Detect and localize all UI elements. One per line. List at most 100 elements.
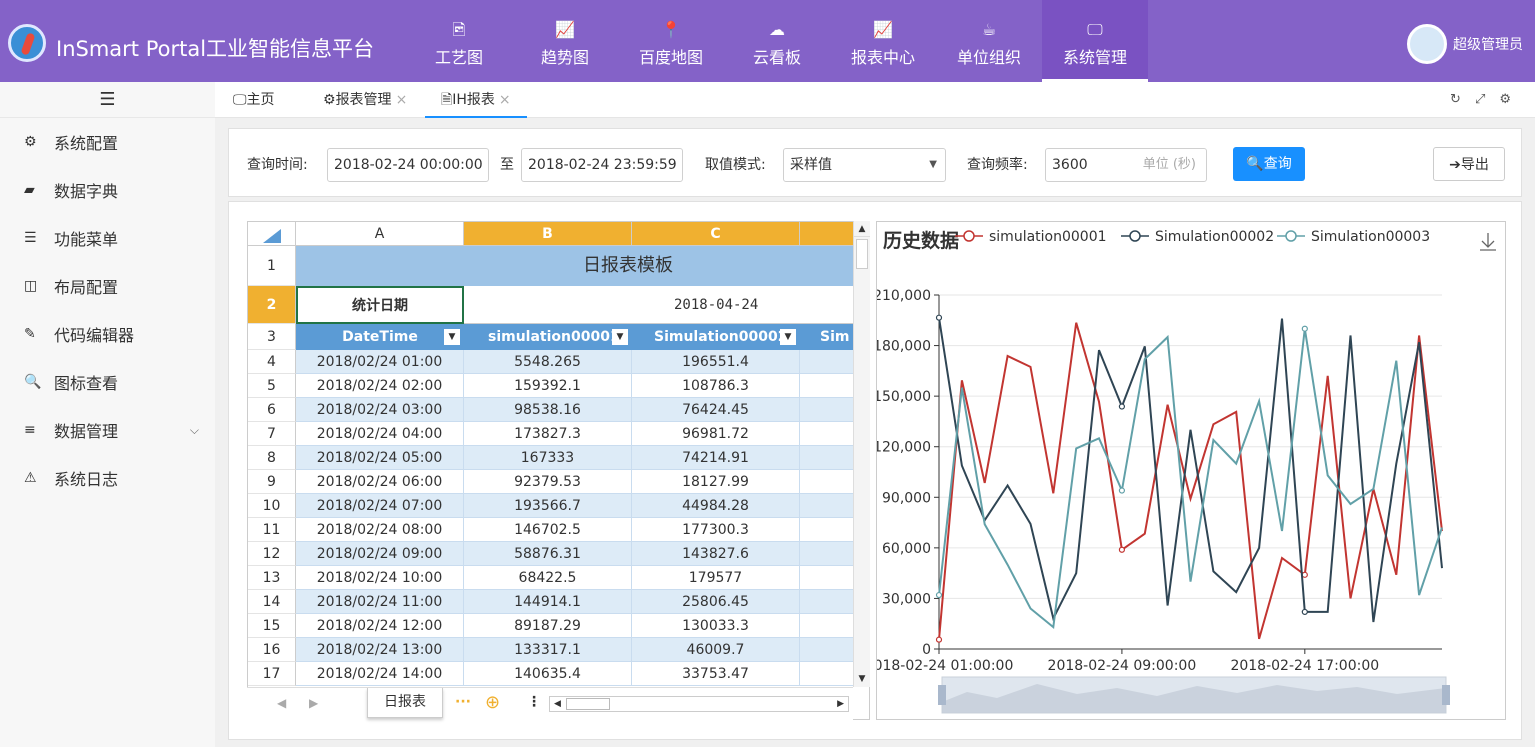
header-simulation00002[interactable]: Simulation00002 ▼ [632,324,800,350]
table-cell[interactable]: 92379.53 [464,470,632,494]
legend-label[interactable]: simulation00001 [989,229,1107,245]
table-cell[interactable]: 2018/02/24 03:00 [296,398,464,422]
table-cell[interactable]: 44984.28 [632,494,800,518]
table-cell[interactable]: 98538.16 [464,398,632,422]
horizontal-scrollbar[interactable]: ◀ ▶ [549,696,849,712]
legend-label[interactable]: Simulation00002 [1155,229,1274,245]
scroll-left-icon[interactable]: ◀ [554,697,561,711]
scroll-up-icon[interactable]: ▲ [854,221,870,237]
table-cell[interactable]: 2018/02/24 06:00 [296,470,464,494]
header-datetime[interactable]: DateTime ▼ [296,324,464,350]
end-time-input[interactable]: 2018-02-24 23:59:59 [521,148,683,182]
table-cell[interactable]: 76424.45 [632,398,800,422]
table-cell[interactable]: 33753.47 [632,662,800,686]
column-header-c[interactable]: C [632,222,800,246]
table-cell[interactable]: 2018/02/24 14:00 [296,662,464,686]
nav-report-center[interactable]: 📈 报表中心 [830,0,936,82]
table-cell[interactable]: 167333 [464,446,632,470]
next-sheet-icon[interactable]: ▶ [309,696,318,710]
table-cell[interactable]: 5548.265 [464,350,632,374]
table-cell[interactable]: 177300.3 [632,518,800,542]
sidebar-item-layout-config[interactable]: ◫ 布局配置 [0,262,215,310]
zoom-handle-left[interactable] [938,685,946,705]
table-cell[interactable]: 2018/02/24 01:00 [296,350,464,374]
sidebar-item-system-config[interactable]: ⚙ 系统配置 [0,118,215,166]
row-header[interactable]: 10 [248,494,296,518]
add-sheet-icon[interactable]: ⊕ [485,692,500,713]
filter-dropdown-icon[interactable]: ▼ [444,329,460,345]
row-header[interactable]: 2 [248,286,296,324]
table-cell[interactable]: 173827.3 [464,422,632,446]
table-cell[interactable]: 2018/02/24 07:00 [296,494,464,518]
gear-icon[interactable]: ⚙ [1499,92,1525,107]
close-icon[interactable]: × [499,92,511,108]
scroll-right-icon[interactable]: ▶ [837,697,844,711]
row-header[interactable]: 9 [248,470,296,494]
tab-report-management[interactable]: ⚙报表管理 × [323,82,407,118]
table-cell[interactable]: 2018/02/24 10:00 [296,566,464,590]
table-cell[interactable]: 193566.7 [464,494,632,518]
table-cell[interactable]: 2018/02/24 09:00 [296,542,464,566]
table-cell[interactable]: 140635.4 [464,662,632,686]
spreadsheet[interactable]: A B C 1 2 3 4 5 6 7 8 9 10 11 12 13 14 15 16 17 日报表模板 统计… [247,221,870,720]
nav-cloud-board[interactable]: ☁ 云看板 [724,0,830,82]
nav-baidu-map[interactable]: 📍 百度地图 [618,0,724,82]
row-header[interactable]: 5 [248,374,296,398]
row-header[interactable]: 17 [248,662,296,686]
table-cell[interactable]: 68422.5 [464,566,632,590]
sidebar-item-system-log[interactable]: ⚠ 系统日志 [0,454,215,502]
scroll-down-icon[interactable]: ▼ [854,671,870,687]
table-cell[interactable]: 179577 [632,566,800,590]
mode-select[interactable]: 采样值 ▼ [783,148,946,182]
table-cell[interactable]: 196551.4 [632,350,800,374]
row-header[interactable]: 8 [248,446,296,470]
split-handle-icon[interactable]: ⋮ [527,694,541,710]
zoom-handle-right[interactable] [1442,685,1450,705]
table-cell[interactable]: 159392.1 [464,374,632,398]
table-cell[interactable]: 2018/02/24 05:00 [296,446,464,470]
row-header[interactable]: 11 [248,518,296,542]
row-header[interactable]: 1 [248,246,296,286]
export-button[interactable]: ➔导出 [1433,147,1505,181]
refresh-icon[interactable]: ↻ [1450,92,1475,107]
table-cell[interactable]: 25806.45 [632,590,800,614]
row-header[interactable]: 7 [248,422,296,446]
sidebar-item-data-dictionary[interactable]: ▰ 数据字典 [0,166,215,214]
tab-home[interactable]: 🖵主页 [233,82,275,118]
datazoom-slider[interactable] [938,676,1450,714]
sheet-tab-daily[interactable]: 日报表 [367,688,443,718]
nav-trend-chart[interactable]: 📈 趋势图 [512,0,618,82]
select-all-corner[interactable] [248,222,296,246]
frequency-input[interactable]: 3600 单位 (秒) [1045,148,1207,182]
scroll-thumb[interactable] [566,698,610,710]
table-cell[interactable]: 18127.99 [632,470,800,494]
fullscreen-icon[interactable]: ⤢ [1475,92,1499,107]
table-cell[interactable]: 89187.29 [464,614,632,638]
stat-date-value[interactable]: 2018-04-24 [464,286,869,324]
legend-marker[interactable] [963,230,975,242]
table-cell[interactable]: 146702.5 [464,518,632,542]
sidebar-item-data-management[interactable]: ≡ 数据管理 ⌵ [0,406,215,454]
more-sheets-icon[interactable]: ··· [455,694,471,710]
legend-marker[interactable] [1285,230,1297,242]
row-header[interactable]: 3 [248,324,296,350]
row-header[interactable]: 6 [248,398,296,422]
table-cell[interactable]: 133317.1 [464,638,632,662]
table-cell[interactable]: 46009.7 [632,638,800,662]
table-cell[interactable]: 143827.6 [632,542,800,566]
table-cell[interactable]: 96981.72 [632,422,800,446]
sidebar-item-function-menu[interactable]: ☰ 功能菜单 [0,214,215,262]
nav-system-management[interactable]: 🖵 系统管理 [1042,0,1148,82]
table-cell[interactable]: 144914.1 [464,590,632,614]
prev-sheet-icon[interactable]: ◀ [277,696,286,710]
nav-process-diagram[interactable]: 🖻 工艺图 [406,0,512,82]
row-header[interactable]: 15 [248,614,296,638]
table-cell[interactable]: 74214.91 [632,446,800,470]
query-button[interactable]: 🔍查询 [1233,147,1305,181]
scroll-thumb[interactable] [856,239,868,269]
nav-organization[interactable]: ☕ 单位组织 [936,0,1042,82]
table-cell[interactable]: 108786.3 [632,374,800,398]
legend-marker[interactable] [1129,230,1141,242]
row-header[interactable]: 12 [248,542,296,566]
report-title[interactable]: 日报表模板 [296,246,869,286]
